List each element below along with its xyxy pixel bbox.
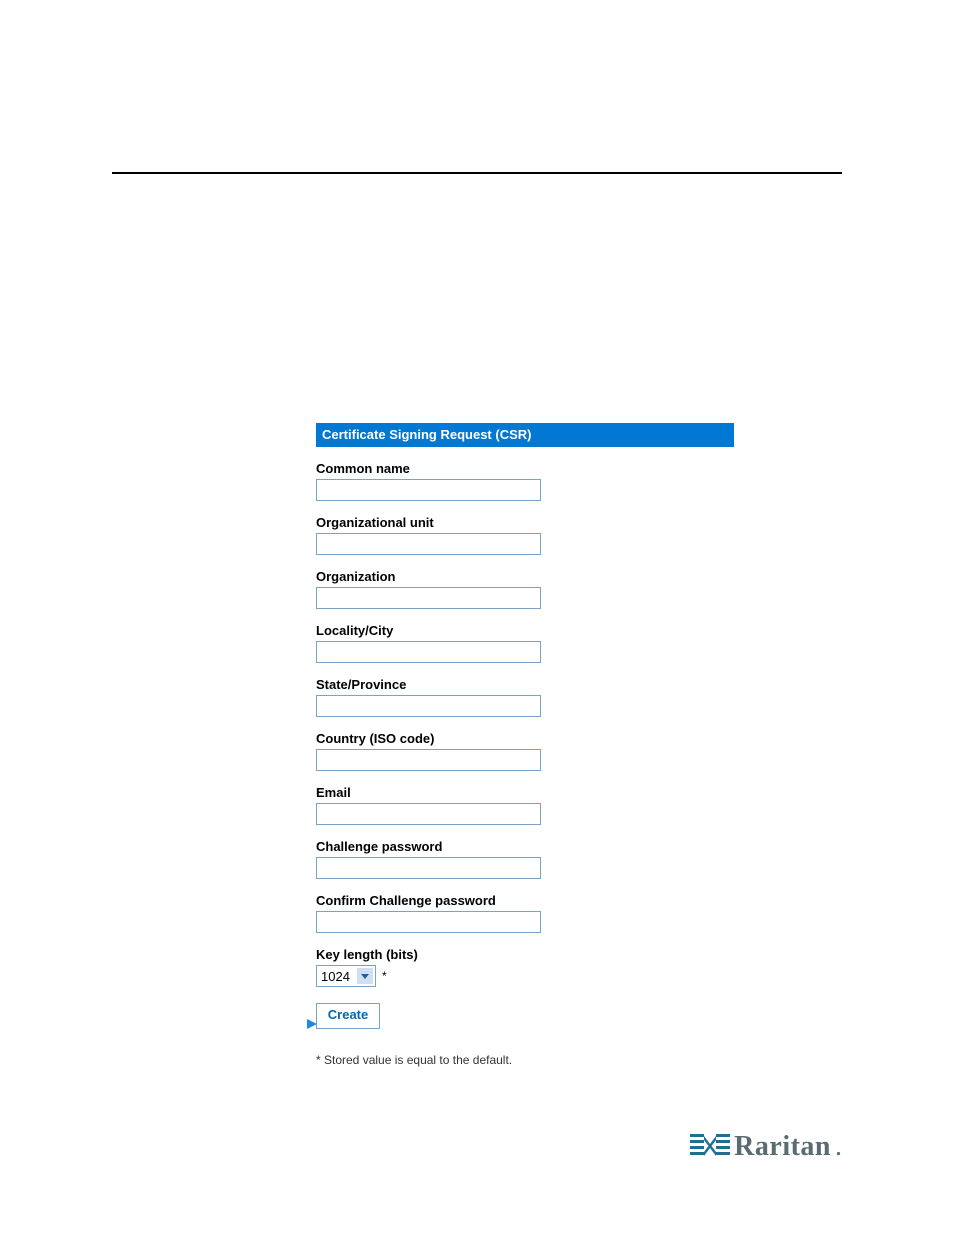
label-key-length: Key length (bits) [316, 947, 736, 962]
label-state: State/Province [316, 677, 736, 692]
key-length-asterisk: * [382, 969, 387, 983]
input-email[interactable] [316, 803, 541, 825]
brand-name: Raritan [734, 1131, 831, 1163]
csr-form-header: Certificate Signing Request (CSR) [316, 423, 734, 447]
field-organization: Organization [316, 569, 736, 609]
chevron-down-icon [357, 968, 373, 984]
label-common-name: Common name [316, 461, 736, 476]
key-length-row: 1024 * [316, 965, 736, 987]
field-org-unit: Organizational unit [316, 515, 736, 555]
input-locality[interactable] [316, 641, 541, 663]
label-confirm-password: Confirm Challenge password [316, 893, 736, 908]
csr-form-block: Certificate Signing Request (CSR) Common… [316, 423, 736, 1067]
select-key-length-value: 1024 [321, 969, 350, 984]
field-state: State/Province [316, 677, 736, 717]
label-email: Email [316, 785, 736, 800]
input-state[interactable] [316, 695, 541, 717]
label-locality: Locality/City [316, 623, 736, 638]
brand-mark-icon [690, 1130, 730, 1163]
input-challenge-password[interactable] [316, 857, 541, 879]
input-common-name[interactable] [316, 479, 541, 501]
field-locality: Locality/City [316, 623, 736, 663]
label-challenge-password: Challenge password [316, 839, 736, 854]
horizontal-rule [112, 172, 842, 174]
input-org-unit[interactable] [316, 533, 541, 555]
brand-logo: Raritan. [690, 1130, 842, 1163]
arrow-right-icon [305, 1017, 319, 1031]
field-email: Email [316, 785, 736, 825]
field-common-name: Common name [316, 461, 736, 501]
input-country[interactable] [316, 749, 541, 771]
input-organization[interactable] [316, 587, 541, 609]
field-key-length: Key length (bits) 1024 * [316, 947, 736, 987]
input-confirm-password[interactable] [316, 911, 541, 933]
label-organization: Organization [316, 569, 736, 584]
create-button[interactable]: Create [316, 1003, 380, 1029]
label-country: Country (ISO code) [316, 731, 736, 746]
brand-dot: . [835, 1131, 842, 1163]
page: Certificate Signing Request (CSR) Common… [0, 0, 954, 1235]
label-org-unit: Organizational unit [316, 515, 736, 530]
field-country: Country (ISO code) [316, 731, 736, 771]
select-key-length[interactable]: 1024 [316, 965, 376, 987]
field-challenge-password: Challenge password [316, 839, 736, 879]
default-note: * Stored value is equal to the default. [316, 1053, 736, 1067]
field-confirm-password: Confirm Challenge password [316, 893, 736, 933]
